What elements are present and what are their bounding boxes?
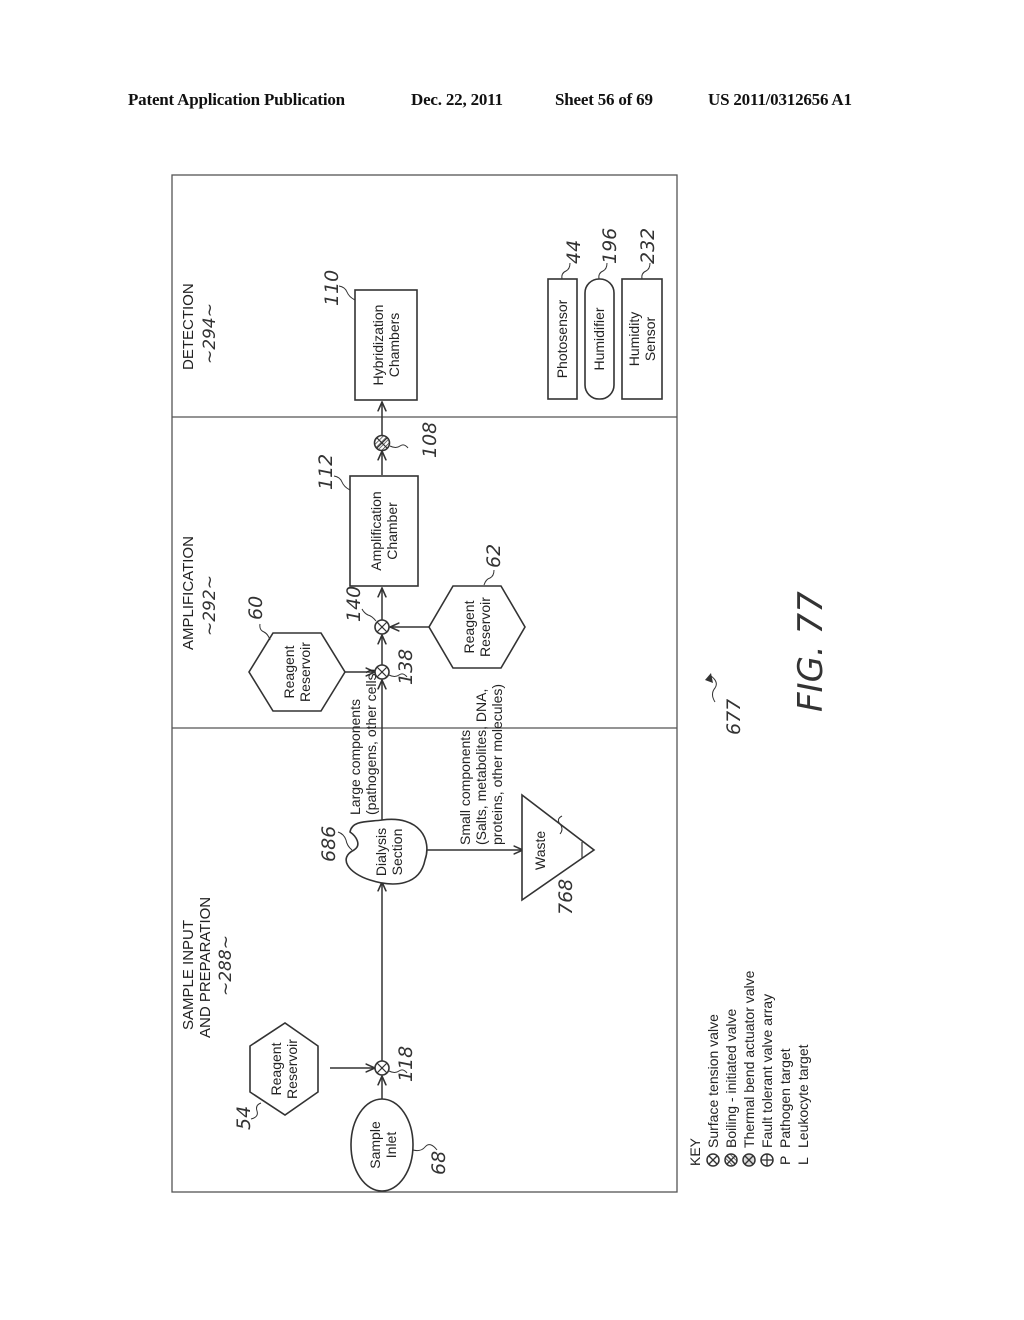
svg-text:Humidifier: Humidifier [591,307,607,370]
svg-text:Amplification: Amplification [368,491,384,570]
svg-text:68: 68 [428,1151,450,1175]
svg-text:44: 44 [563,240,585,264]
humidifier-node: Humidifier 196 [584,228,621,400]
small-components-label: Small components (Salts, metabolites, DN… [457,684,505,845]
reagent-reservoir-54: Reagent Reservoir 54 [233,1022,319,1130]
photosensor-node: Photosensor 44 [547,240,585,400]
svg-text:~288~: ~288~ [216,935,236,996]
amplification-chamber-node: Amplification Chamber 112 [315,454,419,587]
svg-text:54: 54 [233,1106,255,1130]
svg-text:SAMPLE INPUT: SAMPLE INPUT [180,920,197,1030]
svg-text:Photosensor: Photosensor [554,299,570,378]
svg-text:Reagent: Reagent [281,645,297,698]
dialysis-section-node: Dialysis Section 686 [318,818,428,885]
sample-inlet-node: Sample Inlet 68 [350,1098,450,1192]
svg-text:Fault tolerant valve array: Fault tolerant valve array [759,994,775,1148]
svg-text:138: 138 [395,649,417,685]
arrow-icon [705,673,713,683]
humidity-sensor-node: Humidity Sensor 232 [621,228,663,400]
svg-text:Reagent: Reagent [268,1042,284,1095]
svg-text:Waste: Waste [532,831,548,870]
large-components-label: Large components (pathogens, other cells… [347,669,379,815]
boiling-initiated-valve-icon [724,1153,738,1167]
svg-text:~292~: ~292~ [200,575,220,636]
svg-text:Thermal bend actuator valve: Thermal bend actuator valve [741,970,757,1148]
section-title-sample: SAMPLE INPUT AND PREPARATION ~288~ [180,897,236,1038]
key-item-surface-tension-valve: Surface tension valve [705,1014,721,1167]
figure-label: FIG. 77 [791,591,831,712]
svg-text:Reservoir: Reservoir [284,1039,300,1099]
pathogen-symbol: P [777,1156,793,1165]
boiling-initiated-valve-108: 108 [373,422,441,458]
svg-text:DETECTION: DETECTION [180,283,197,370]
key-item-fault-tolerant-valve-array: Fault tolerant valve array [759,994,775,1167]
svg-text:~294~: ~294~ [200,303,220,364]
svg-text:Sensor: Sensor [642,316,658,361]
diagram-canvas: DETECTION ~294~ AMPLIFICATION ~292~ SAMP… [171,174,831,1193]
svg-text:(pathogens, other cells): (pathogens, other cells) [363,669,379,815]
svg-text:proteins, other molecules): proteins, other molecules) [489,684,505,845]
key-item-pathogen-target: P Pathogen target [777,1048,793,1165]
svg-text:768: 768 [555,879,577,915]
svg-text:Chamber: Chamber [384,502,400,560]
svg-text:AMPLIFICATION: AMPLIFICATION [180,536,197,650]
svg-text:60: 60 [245,596,267,620]
svg-text:(Salts, metabolites, DNA,: (Salts, metabolites, DNA, [473,689,489,845]
svg-text:Pathogen target: Pathogen target [777,1048,793,1148]
svg-text:Humidity: Humidity [626,312,642,366]
svg-text:Reservoir: Reservoir [297,642,313,702]
surface-tension-valve-icon [706,1153,720,1167]
section-title-detection: DETECTION ~294~ [180,283,220,370]
svg-text:112: 112 [315,454,337,490]
svg-text:Large components: Large components [347,699,363,815]
svg-text:Boiling - initiated valve: Boiling - initiated valve [723,1008,739,1148]
svg-text:686: 686 [318,826,340,862]
svg-text:196: 196 [599,228,621,264]
key-item-leukocyte-target: L Leukocyte target [795,1044,811,1165]
svg-text:Reservoir: Reservoir [477,597,493,657]
hybridization-chambers-node: Hybridization Chambers 110 [321,270,418,401]
key-item-thermal-bend-actuator-valve: Thermal bend actuator valve [741,970,757,1167]
thermal-bend-actuator-valve-icon [742,1153,756,1167]
svg-text:Inlet: Inlet [383,1132,399,1159]
section-title-amplification: AMPLIFICATION ~292~ [180,536,220,650]
svg-text:232: 232 [637,228,659,264]
reagent-reservoir-62: Reagent Reservoir 62 [428,544,526,669]
svg-text:677: 677 [723,699,745,735]
svg-text:110: 110 [321,270,343,306]
fault-tolerant-valve-icon [760,1153,774,1167]
svg-text:Leukocyte target: Leukocyte target [795,1044,811,1148]
svg-text:Surface tension valve: Surface tension valve [705,1014,721,1148]
svg-text:Dialysis: Dialysis [373,828,389,876]
figure-reference-677: 677 [705,673,745,735]
svg-text:140: 140 [343,586,365,622]
waste-node: Waste 768 [521,793,596,915]
svg-text:Section: Section [389,829,405,876]
svg-text:AND PREPARATION: AND PREPARATION [197,897,214,1038]
svg-text:108: 108 [419,422,441,458]
key-legend: KEY Surface tension valve Boiling - init… [687,970,811,1167]
reagent-reservoir-60: Reagent Reservoir 60 [245,596,346,712]
svg-text:Small components: Small components [457,730,473,845]
key-item-boiling-initiated-valve: Boiling - initiated valve [723,1008,739,1167]
svg-text:Chambers: Chambers [386,313,402,378]
svg-text:Reagent: Reagent [461,600,477,653]
svg-text:62: 62 [483,544,505,568]
svg-text:Sample: Sample [367,1121,383,1169]
key-title: KEY [687,1137,703,1166]
svg-text:118: 118 [395,1046,417,1082]
svg-text:Hybridization: Hybridization [370,305,386,386]
leukocyte-symbol: L [795,1157,811,1165]
